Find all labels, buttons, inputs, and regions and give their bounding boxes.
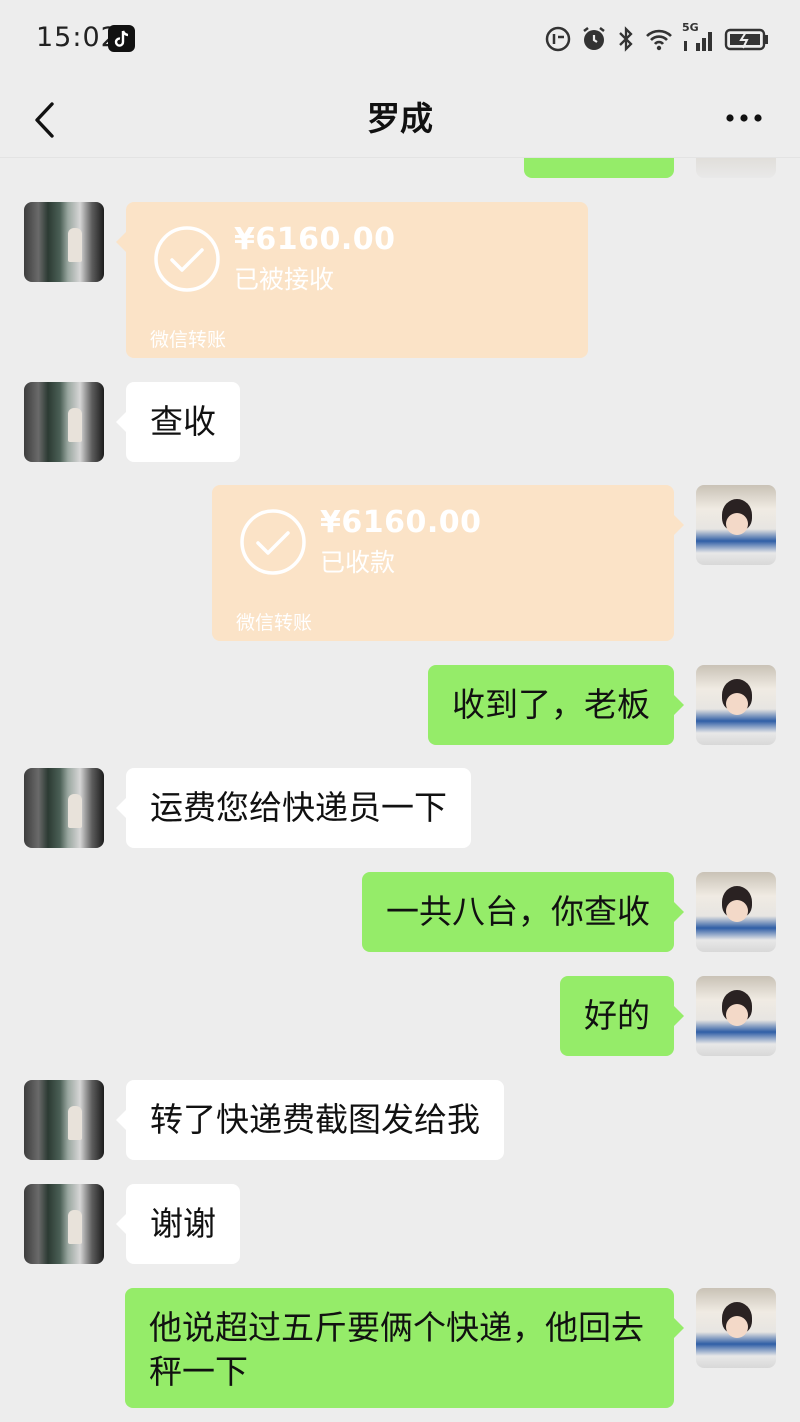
more-button[interactable]	[724, 100, 764, 136]
my-avatar[interactable]	[696, 1288, 776, 1368]
message-bubble-received[interactable]: 谢谢	[116, 1184, 240, 1264]
message-bubble-sent[interactable]: 好的	[560, 976, 684, 1056]
contact-avatar[interactable]	[24, 202, 104, 282]
transfer-status: 已被接收	[234, 265, 335, 294]
bluetooth-icon	[616, 25, 636, 53]
check-circle-icon	[154, 226, 220, 292]
transfer-brand: 微信转账	[236, 612, 313, 634]
message-list[interactable]: ¥6160.00 已被接收 微信转账 查收 ¥6160.00 已收款 微信转账 …	[0, 158, 800, 1422]
message-bubble-sent[interactable]: 收到了，老板	[428, 665, 684, 745]
transfer-card-sent[interactable]: ¥6160.00 已收款 微信转账	[212, 485, 684, 641]
contact-avatar[interactable]	[24, 382, 104, 462]
avatar[interactable]	[696, 158, 776, 178]
my-avatar[interactable]	[696, 976, 776, 1056]
message-bubble-received[interactable]: 查收	[116, 382, 240, 462]
contact-avatar[interactable]	[24, 768, 104, 848]
status-icons: 5G	[544, 21, 770, 56]
status-time: 15:02	[36, 22, 119, 53]
transfer-brand: 微信转账	[150, 329, 227, 351]
my-avatar[interactable]	[696, 872, 776, 952]
partial-sent-bubble	[524, 158, 674, 178]
transfer-card-received[interactable]: ¥6160.00 已被接收 微信转账	[116, 202, 588, 358]
transfer-amount: ¥6160.00	[320, 505, 482, 540]
transfer-status: 已收款	[320, 548, 396, 577]
contact-avatar[interactable]	[24, 1184, 104, 1264]
tiktok-icon	[108, 25, 135, 52]
status-bar: 15:02 5G	[0, 0, 800, 78]
more-horizontal-icon	[726, 114, 762, 122]
transfer-amount: ¥6160.00	[234, 222, 396, 257]
message-bubble-sent[interactable]: 他说超过五斤要俩个快递，他回去秤一下	[125, 1288, 684, 1408]
contact-avatar[interactable]	[24, 1080, 104, 1160]
signal-icon: 5G	[682, 21, 716, 53]
check-circle-icon	[240, 509, 306, 575]
data-saver-icon	[544, 25, 572, 53]
battery-icon	[724, 25, 770, 53]
network-type: 5G	[682, 21, 699, 34]
message-bubble-received[interactable]: 转了快递费截图发给我	[116, 1080, 504, 1160]
alarm-icon	[580, 25, 608, 53]
my-avatar[interactable]	[696, 485, 776, 565]
message-bubble-received[interactable]: 运费您给快递员一下	[116, 768, 471, 848]
chat-header: 罗成	[0, 78, 800, 158]
message-bubble-sent[interactable]: 一共八台，你查收	[362, 872, 684, 952]
wifi-icon	[644, 25, 674, 53]
my-avatar[interactable]	[696, 665, 776, 745]
chat-title: 罗成	[367, 99, 433, 138]
